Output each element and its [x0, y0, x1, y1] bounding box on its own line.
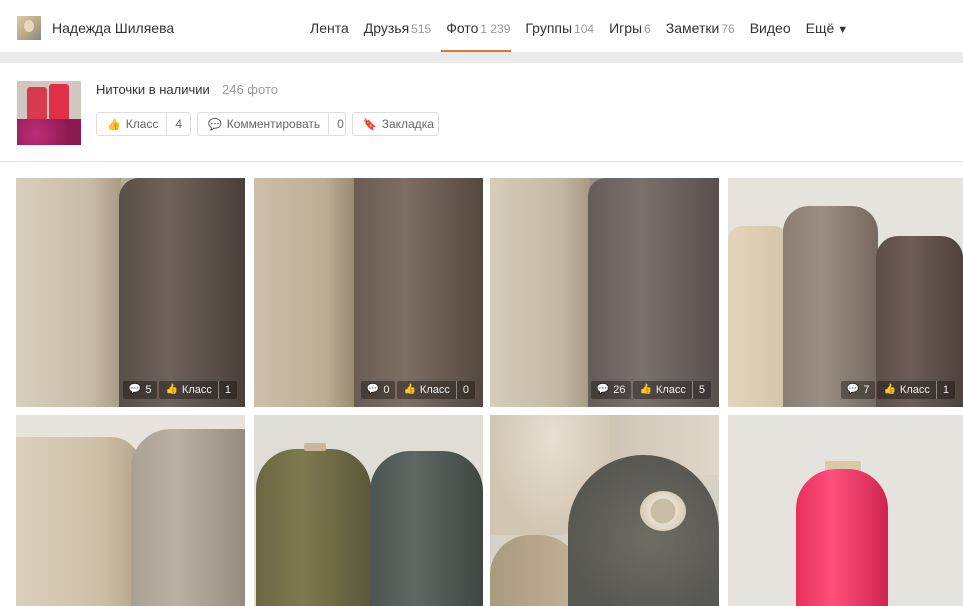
comment-count: 0: [328, 113, 352, 135]
thumb-up-icon: 👍: [883, 384, 896, 395]
divider: [0, 52, 963, 63]
bookmark-button[interactable]: 🔖 Закладка: [352, 112, 439, 136]
bookmark-icon: 🔖: [363, 118, 377, 131]
photo-grid: 💬 5 👍 Класс 1 💬 0 👍 Класс 0 💬 26 👍 Класс 5 💬 7 👍 Кл…: [0, 162, 963, 606]
photo-tile[interactable]: 💬 26 👍 Класс 5: [490, 178, 719, 407]
photo-tile[interactable]: 💬 0 👍 Класс 0: [254, 178, 483, 407]
nav-friends[interactable]: Друзья 515: [364, 20, 431, 36]
album-title: Ниточки в наличии: [96, 82, 210, 97]
comment-count[interactable]: 💬 0: [360, 381, 396, 399]
klass-button[interactable]: 👍 Класс 4: [96, 112, 191, 136]
photo-tile[interactable]: 💬 7 👍 Класс 1: [728, 178, 963, 407]
photo-tile[interactable]: 💬 5 👍 Класс 1: [16, 178, 245, 407]
comment-icon: 💬: [208, 118, 222, 131]
nav-groups[interactable]: Группы 104: [525, 20, 594, 36]
photo-tile[interactable]: [16, 415, 245, 606]
chevron-down-icon: ▼: [837, 24, 849, 36]
thumb-up-icon: 👍: [639, 384, 652, 395]
comment-count[interactable]: 💬 26: [590, 381, 632, 399]
photo-tile[interactable]: [254, 415, 483, 606]
nav-notes[interactable]: Заметки 76: [666, 20, 735, 36]
thumb-up-icon: 👍: [107, 118, 121, 131]
photo-stats: 💬 0 👍 Класс 0: [359, 381, 475, 399]
comment-count[interactable]: 💬 7: [840, 381, 876, 399]
album-photo-count: 246 фото: [222, 82, 278, 97]
comment-icon: 💬: [366, 384, 380, 395]
klass-count[interactable]: 👍 Класс 1: [877, 381, 955, 399]
comment-icon: 💬: [846, 384, 860, 395]
comment-icon: 💬: [128, 384, 142, 395]
nav-games[interactable]: Игры 6: [609, 20, 651, 36]
comment-count[interactable]: 💬 5: [122, 381, 158, 399]
album-cover[interactable]: [17, 81, 81, 145]
klass-count[interactable]: 👍 Класс 1: [159, 381, 237, 399]
album-header: Ниточки в наличии 246 фото 👍 Класс 4 💬 К…: [0, 63, 963, 162]
photo-stats: 💬 26 👍 Класс 5: [589, 381, 711, 399]
profile-nav: Лента Друзья 515 Фото 1 239 Группы 104 Игры…: [310, 20, 863, 36]
comment-icon: 💬: [596, 384, 610, 395]
nav-feed[interactable]: Лента: [310, 20, 349, 36]
top-bar: Надежда Шиляева Лента Друзья 515 Фото 1 23…: [0, 0, 963, 52]
comment-button[interactable]: 💬 Комментировать 0: [197, 112, 346, 136]
photo-stats: 💬 7 👍 Класс 1: [839, 381, 955, 399]
avatar[interactable]: [17, 16, 41, 40]
photo-stats: 💬 5 👍 Класс 1: [121, 381, 237, 399]
thumb-up-icon: 👍: [165, 384, 178, 395]
user-name[interactable]: Надежда Шиляева: [52, 20, 174, 36]
klass-count[interactable]: 👍 Класс 0: [397, 381, 475, 399]
klass-count: 4: [166, 113, 190, 135]
nav-more[interactable]: Ещё ▼: [806, 20, 849, 36]
thumb-up-icon: 👍: [403, 384, 416, 395]
nav-photo[interactable]: Фото 1 239: [446, 20, 510, 36]
photo-tile[interactable]: [728, 415, 963, 606]
klass-count[interactable]: 👍 Класс 5: [633, 381, 711, 399]
photo-tile[interactable]: [490, 415, 719, 606]
nav-video[interactable]: Видео: [750, 20, 791, 36]
